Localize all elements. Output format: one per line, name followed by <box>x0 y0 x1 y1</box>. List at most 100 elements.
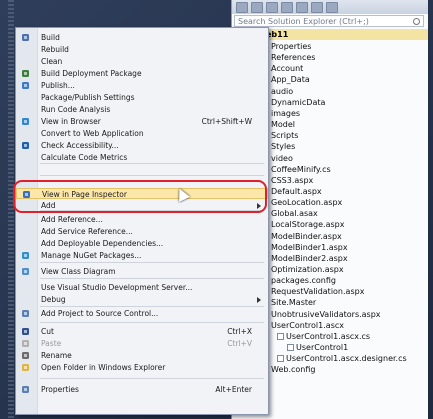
solution-explorer-item-label: UserControl1.ascx.cs <box>286 331 371 341</box>
menu-item-add-project-to-source-control[interactable]: Add Project to Source Control... <box>16 308 268 319</box>
menu-item-add-reference[interactable]: Add Reference... <box>16 214 268 225</box>
solution-explorer-item-label: UserControl1.ascx.designer.cs <box>286 354 407 364</box>
solution-explorer-item-label: Site.Master <box>271 298 317 308</box>
menu-item-use-visual-studio-development-server[interactable]: Use Visual Studio Development Server... <box>16 282 268 293</box>
forward-icon[interactable] <box>251 1 263 13</box>
menu-item-shortcut: Alt+Enter <box>215 385 252 394</box>
menu-item-shortcut: Ctrl+X <box>227 327 252 336</box>
menu-item-label: Rebuild <box>41 45 69 54</box>
menu-item-open-folder-in-windows-explorer[interactable]: Open Folder in Windows Explorer <box>16 362 268 373</box>
menu-item-label: Manage NuGet Packages... <box>41 251 142 260</box>
solution-explorer-item-label: UserControl1.ascx <box>271 320 344 330</box>
menu-item-label: Build Deployment Package <box>41 69 142 78</box>
menu-item-label: Check Accessibility... <box>41 141 119 150</box>
menu-item-publish[interactable]: Publish... <box>16 80 268 91</box>
menu-item-build-deployment-package[interactable]: Build Deployment Package <box>16 68 268 79</box>
solution-explorer-item-label: Styles <box>271 142 296 152</box>
solution-explorer-item-label: CoffeeMinify.cs <box>271 164 331 174</box>
paste-icon <box>21 339 30 348</box>
browser-icon <box>21 117 30 126</box>
solution-explorer-item-label: CSS3.aspx <box>271 175 314 185</box>
menu-separator <box>40 262 264 263</box>
menu-item-manage-nuget-packages[interactable]: Manage NuGet Packages... <box>16 250 268 261</box>
solution-explorer-item-label: Web.config <box>271 365 316 375</box>
menu-item-label: Debug <box>41 295 66 304</box>
menu-separator <box>40 306 264 307</box>
menu-item-label: Add Reference... <box>41 215 103 224</box>
menu-item-debug[interactable]: Debug <box>16 294 268 305</box>
menu-item-label: Convert to Web Application <box>41 129 144 138</box>
menu-item-label: View Class Diagram <box>41 267 116 276</box>
menu-item-clean[interactable]: Clean <box>16 56 268 67</box>
class-diagram-icon <box>21 267 30 276</box>
menu-item-calculate-code-metrics[interactable]: Calculate Code Metrics <box>16 152 268 163</box>
menu-item-paste[interactable]: Paste Ctrl+V <box>16 338 268 349</box>
menu-item-rebuild[interactable]: Rebuild <box>16 44 268 55</box>
menu-item-label: Build <box>41 33 60 42</box>
annotation-highlight-box <box>13 180 267 213</box>
menu-item-properties[interactable]: Properties Alt+Enter <box>16 384 268 395</box>
folder-icon <box>21 363 30 372</box>
submenu-arrow-icon <box>257 297 261 303</box>
menu-item-cut[interactable]: Cut Ctrl+X <box>16 326 268 337</box>
menu-item-label: Add Service Reference... <box>41 227 133 236</box>
menu-item-view-class-diagram[interactable]: View Class Diagram <box>16 266 268 277</box>
solution-explorer-item-label: packages.config <box>271 276 336 286</box>
solution-explorer-item-label: ModelBinder1.aspx <box>271 242 348 252</box>
solution-explorer-search-input[interactable]: Search Solution Explorer (Ctrl+;) <box>234 15 424 27</box>
menu-item-label: Open Folder in Windows Explorer <box>41 363 166 372</box>
solution-explorer-item-label: References <box>271 53 316 63</box>
build-icon <box>21 33 30 42</box>
menu-item-label: Package/Publish Settings <box>41 93 135 102</box>
solution-explorer-item-label: video <box>271 153 293 163</box>
menu-separator <box>40 163 264 164</box>
solution-explorer-item-label: ModelBinder.aspx <box>271 231 342 241</box>
cut-icon <box>21 327 30 336</box>
menu-item-view-in-browser[interactable]: View in Browser Ctrl+Shift+W <box>16 116 268 127</box>
file-icon <box>277 332 284 340</box>
menu-item-label: Paste <box>41 339 62 348</box>
menu-item-label: Publish... <box>41 81 75 90</box>
solution-explorer-item-label: App_Data <box>271 75 310 85</box>
menu-item-add-service-reference[interactable]: Add Service Reference... <box>16 226 268 237</box>
menu-item-label: Use Visual Studio Development Server... <box>41 283 193 292</box>
source-control-icon <box>21 309 30 318</box>
project-context-menu: Build Rebuild Clean Build Deployment Packag… <box>15 27 269 415</box>
publish-icon <box>21 81 30 90</box>
solution-explorer-item-label: GeoLocation.aspx <box>271 198 343 208</box>
menu-item-label: Calculate Code Metrics <box>41 153 128 162</box>
solution-explorer-toolbar <box>232 0 428 14</box>
home-icon[interactable] <box>266 1 278 13</box>
show-all-files-icon[interactable] <box>311 1 323 13</box>
menu-item-add-deployable-dependencies[interactable]: Add Deployable Dependencies... <box>16 238 268 249</box>
nuget-icon <box>21 251 30 260</box>
package-icon <box>21 69 30 78</box>
collapse-all-icon[interactable] <box>296 1 308 13</box>
back-icon[interactable] <box>236 1 248 13</box>
menu-item-label: Properties <box>41 385 79 394</box>
menu-item-run-code-analysis[interactable]: Run Code Analysis <box>16 104 268 115</box>
menu-item-package-publish-settings[interactable]: Package/Publish Settings <box>16 92 268 103</box>
menu-item-check-accessibility[interactable]: Check Accessibility... <box>16 140 268 151</box>
menu-item-rename[interactable]: Rename <box>16 350 268 361</box>
rename-icon <box>21 351 30 360</box>
menu-item-label: Rename <box>41 351 72 360</box>
solution-explorer-item-label: RequestValidation.aspx <box>271 287 365 297</box>
menu-item-build[interactable]: Build <box>16 32 268 43</box>
solution-explorer-item-label: Scripts <box>271 131 299 141</box>
solution-explorer-item-label: Model <box>271 120 296 130</box>
properties-icon <box>21 385 30 394</box>
solution-explorer-item-label: Properties <box>271 42 312 51</box>
menu-item-shortcut: Ctrl+Shift+W <box>201 117 252 126</box>
menu-separator <box>40 322 264 323</box>
menu-separator <box>40 175 264 176</box>
menu-item-label: Add Project to Source Control... <box>41 309 159 318</box>
properties-toolbar-icon[interactable] <box>326 1 338 13</box>
file-icon <box>277 355 284 363</box>
refresh-icon[interactable] <box>281 1 293 13</box>
solution-explorer-item-label: Global.asax <box>271 209 318 219</box>
menu-item-convert-to-web-application[interactable]: Convert to Web Application <box>16 128 268 139</box>
solution-explorer-item-label: ModelBinder2.aspx <box>271 253 348 263</box>
menu-item-label: Cut <box>41 327 54 336</box>
solution-explorer-item-label: Default.aspx <box>271 186 322 196</box>
